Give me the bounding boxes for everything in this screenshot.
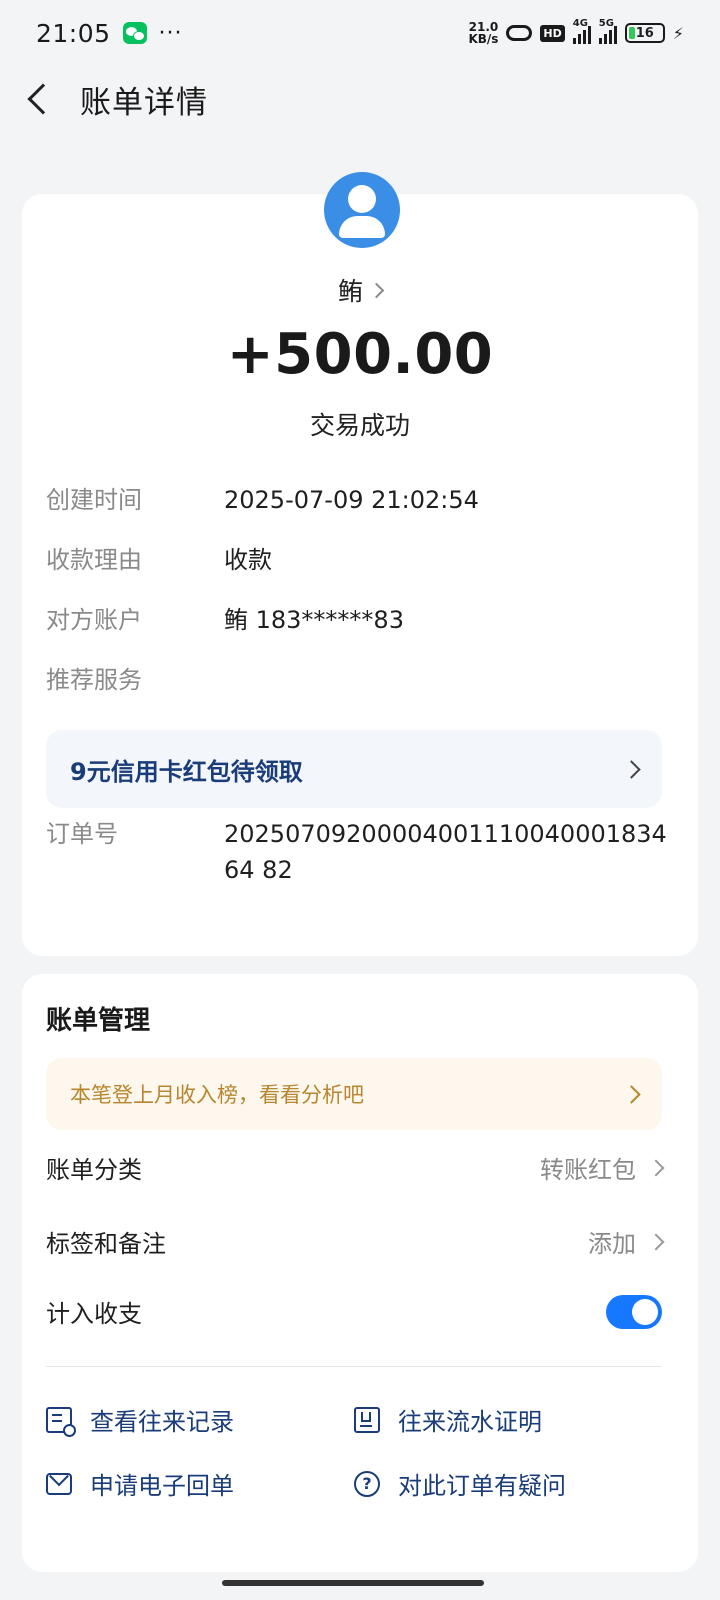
page-header: 账单详情 [0,66,720,132]
e-receipt-button[interactable]: 申请电子回单 [46,1466,234,1501]
transaction-card: 鲔 +500.00 交易成功 创建时间 2025-07-09 21:02:54 … [22,172,698,956]
transaction-proof-button[interactable]: 往来流水证明 [354,1402,542,1437]
chevron-right-icon [647,1233,665,1250]
bill-management-card: 账单管理 本笔登上月收入榜，看看分析吧 账单分类 转账红包 标签和备注 添加 计… [22,974,698,1572]
count-income-label: 计入收支 [46,1300,142,1328]
bill-category-label: 账单分类 [46,1156,142,1184]
recommend-row: 推荐服务 [46,662,676,698]
more-notifications-icon: ··· [158,20,183,46]
chevron-right-icon [622,759,641,779]
credit-card-promo-banner[interactable]: 9元信用卡红包待领取 [46,730,662,808]
payer-link[interactable]: 鲔 [22,272,698,308]
order-question-button[interactable]: ? 对此订单有疑问 [354,1466,566,1501]
chevron-left-icon[interactable] [27,83,59,115]
status-bar: 21:05 ··· 21.0 KB/s HD 4G 5G 16 ⚡ [0,0,720,66]
record-search-icon [46,1406,76,1437]
promo-text: 9元信用卡红包待领取 [70,757,303,786]
bill-category-value: 转账红包 [540,1150,665,1185]
avatar-icon[interactable] [324,172,400,248]
count-income-row: 计入收支 [46,1294,662,1329]
created-time-row: 创建时间 2025-07-09 21:02:54 [46,482,676,518]
page-title: 账单详情 [80,84,208,121]
question-icon: ? [354,1470,380,1497]
signal-icon: 5G [598,18,617,44]
network-speed: 21.0 KB/s [468,20,499,46]
account-row: 对方账户 鲔 183******83 [46,602,676,638]
chevron-right-icon [368,282,385,298]
order-number-value[interactable]: 2025070920000400111004000183464 82 [224,816,676,888]
clock: 21:05 [36,18,111,48]
account-label: 对方账户 [46,606,142,634]
reason-row: 收款理由 收款 [46,542,676,578]
order-number-label: 订单号 [46,820,118,848]
bookmark-document-icon [354,1406,380,1433]
income-analysis-banner[interactable]: 本笔登上月收入榜，看看分析吧 [46,1058,662,1130]
tags-notes-label: 标签和备注 [46,1230,166,1258]
tags-notes-value: 添加 [588,1224,665,1259]
divider [46,1366,662,1367]
reason-value: 收款 [224,546,272,574]
created-time-value: 2025-07-09 21:02:54 [224,486,479,514]
chevron-right-icon [647,1159,665,1176]
transaction-status: 交易成功 [309,411,410,440]
analysis-text: 本笔登上月收入榜，看看分析吧 [70,1083,364,1107]
chevron-right-icon [622,1084,641,1104]
link-icon [506,25,533,41]
created-time-label: 创建时间 [46,486,142,514]
status-indicators: 21.0 KB/s HD 4G 5G 16 ⚡ [468,18,684,46]
count-income-toggle[interactable] [606,1294,662,1329]
tags-notes-row[interactable]: 标签和备注 添加 [46,1224,665,1259]
view-history-button[interactable]: 查看往来记录 [46,1402,234,1437]
reason-label: 收款理由 [46,546,142,574]
account-value: 鲔 183******83 [224,606,404,634]
hd-icon: HD [540,24,565,42]
battery-icon: 16 [624,23,665,43]
transaction-amount: +500.00 [226,322,494,387]
wechat-icon [122,22,147,44]
recommend-label: 推荐服务 [46,666,142,694]
section-title: 账单管理 [46,1006,151,1036]
signal-icon: 4G [572,18,591,44]
mail-icon [46,1472,72,1495]
charging-bolt-icon: ⚡ [672,23,684,43]
home-indicator[interactable] [222,1580,484,1586]
payer-name: 鲔 [337,277,363,306]
order-number-row: 订单号 2025070920000400111004000183464 82 [46,816,676,888]
bill-category-row[interactable]: 账单分类 转账红包 [46,1150,665,1185]
